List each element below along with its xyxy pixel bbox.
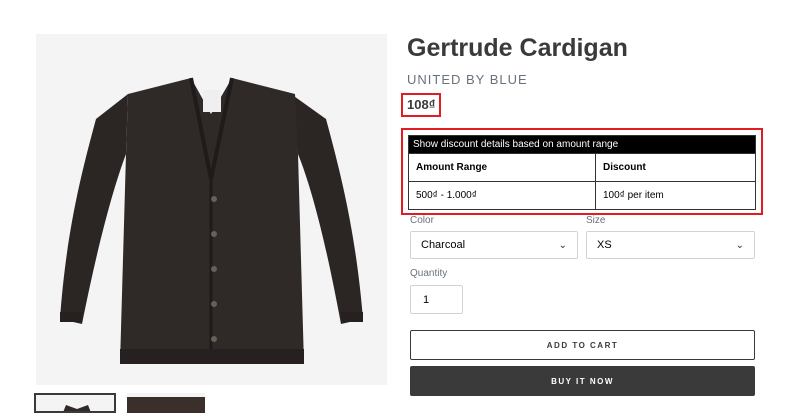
chevron-down-icon: ⌄	[558, 239, 567, 251]
color-label: Color	[410, 215, 434, 226]
discount-table: Show discount details based on amount ra…	[408, 135, 756, 210]
cardigan-image	[60, 77, 363, 364]
thumbnail-image	[63, 405, 91, 411]
add-to-cart-button[interactable]: ADD TO CART	[410, 330, 755, 360]
discount-cell: 100₫ per item	[595, 181, 756, 210]
amount-range-cell: 500₫ - 1.000₫	[408, 181, 596, 210]
size-select[interactable]: XS ⌄	[586, 231, 755, 259]
product-price: 108₫	[401, 93, 442, 117]
quantity-label: Quantity	[410, 268, 448, 279]
size-select-value: XS	[597, 239, 612, 251]
thumbnail-1[interactable]	[34, 393, 116, 413]
color-select-value: Charcoal	[421, 239, 466, 251]
discount-header: Discount	[595, 153, 756, 182]
color-select[interactable]: Charcoal ⌄	[410, 231, 578, 259]
table-row: 500₫ - 1.000₫ 100₫ per item	[408, 181, 756, 210]
chevron-down-icon: ⌄	[735, 239, 744, 251]
product-vendor[interactable]: UNITED BY BLUE	[407, 72, 528, 87]
buy-it-now-button[interactable]: BUY IT NOW	[410, 366, 755, 396]
product-main-image[interactable]	[36, 34, 387, 385]
discount-caption: Show discount details based on amount ra…	[408, 135, 756, 154]
quantity-input[interactable]: 1	[410, 285, 463, 314]
size-label: Size	[586, 215, 606, 226]
amount-range-header: Amount Range	[408, 153, 596, 182]
thumbnail-2[interactable]	[127, 393, 205, 413]
product-title: Gertrude Cardigan	[407, 34, 628, 62]
thumbnail-image	[127, 397, 205, 413]
